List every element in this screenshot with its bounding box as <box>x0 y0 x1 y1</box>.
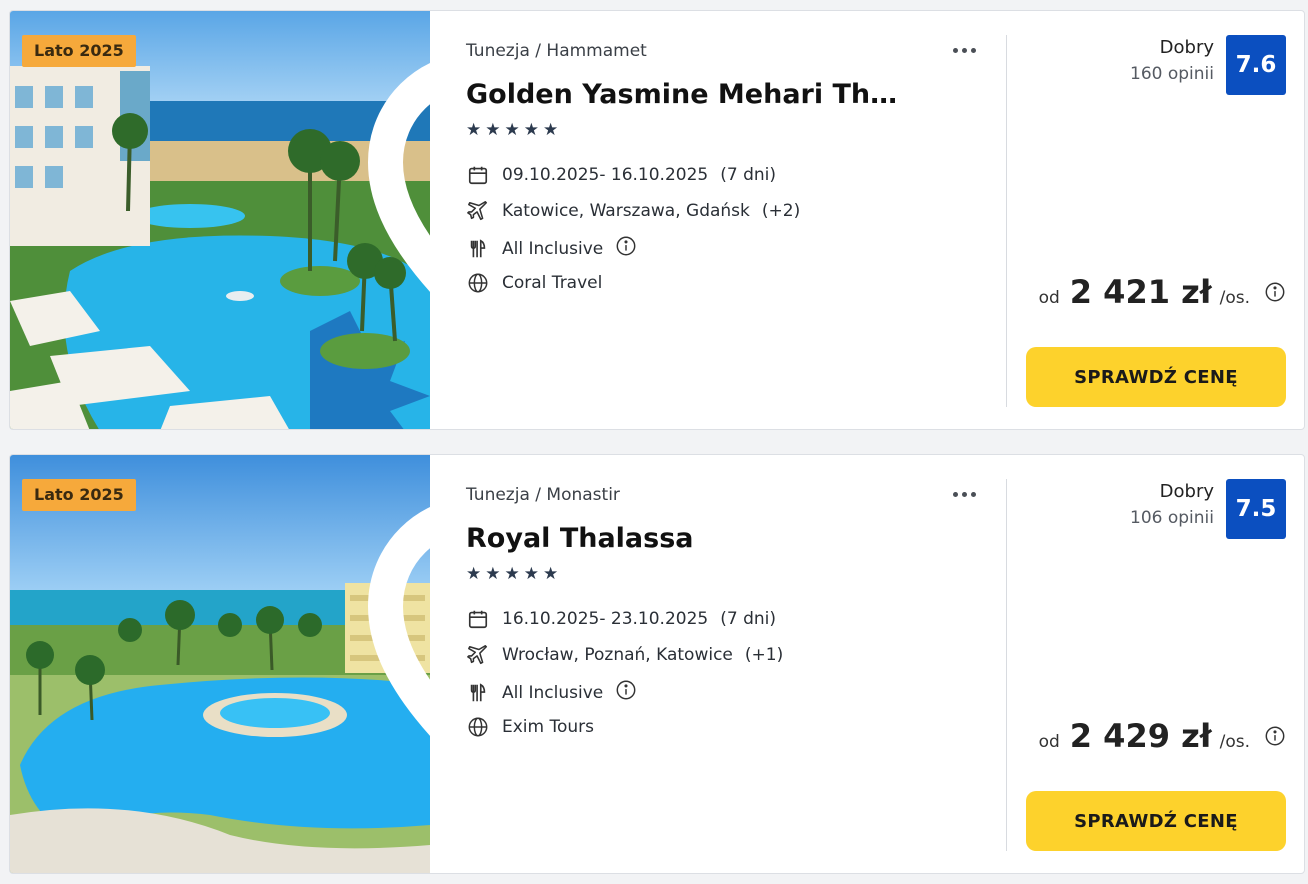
price-prefix: od <box>1038 732 1060 752</box>
price-block: od 2 421 zł /os. <box>1039 273 1286 311</box>
departure-more[interactable]: (+2) <box>762 201 800 221</box>
star-icon: ★ <box>543 564 559 584</box>
rating-score: 7.5 <box>1226 479 1286 539</box>
star-icon: ★ <box>485 120 501 140</box>
hotel-name[interactable]: Golden Yasmine Mehari Thalassa <box>466 79 906 110</box>
offer-card[interactable]: Lato 2025 Tunezja / Monastir Royal Thala… <box>9 454 1305 874</box>
rating-block[interactable]: Dobry 106 opinii 7.5 <box>1130 479 1286 539</box>
star-icon: ★ <box>523 120 539 140</box>
rating-count[interactable]: 106 opinii <box>1130 505 1214 531</box>
check-price-button[interactable]: SPRAWDŹ CENĘ <box>1026 791 1286 851</box>
trip-dates: 16.10.2025- 23.10.2025 (7 dni) <box>466 607 776 631</box>
plane-icon <box>466 643 490 667</box>
price-suffix: /os. <box>1219 732 1250 752</box>
departure-more[interactable]: (+1) <box>745 645 783 665</box>
departure-cities-value: Wrocław, Poznań, Katowice <box>502 645 733 665</box>
trip-duration: (7 dni) <box>720 165 776 185</box>
rating-word: Dobry <box>1159 37 1214 58</box>
trip-dates-value: 09.10.2025- 16.10.2025 <box>502 165 709 185</box>
check-price-button[interactable]: SPRAWDŹ CENĘ <box>1026 347 1286 407</box>
utensils-icon <box>466 237 490 261</box>
utensils-icon <box>466 681 490 705</box>
departure-cities: Wrocław, Poznań, Katowice (+1) <box>466 643 783 667</box>
departure-cities: Katowice, Warszawa, Gdańsk (+2) <box>466 199 800 223</box>
tour-operator: Coral Travel <box>466 271 602 295</box>
season-badge: Lato 2025 <box>22 479 136 511</box>
rating-block[interactable]: Dobry 160 opinii 7.6 <box>1130 35 1286 95</box>
hotel-stars: ★ ★ ★ ★ ★ <box>466 121 558 139</box>
tour-operator-value: Exim Tours <box>502 717 595 737</box>
tour-operator-value: Coral Travel <box>502 273 603 293</box>
calendar-icon <box>466 607 490 631</box>
hotel-name[interactable]: Royal Thalassa <box>466 523 906 554</box>
board-type: All Inclusive <box>466 235 637 262</box>
trip-dates-value: 16.10.2025- 23.10.2025 <box>502 609 709 629</box>
divider <box>1006 479 1007 851</box>
more-horizontal-icon[interactable] <box>946 37 982 63</box>
trip-duration: (7 dni) <box>720 609 776 629</box>
star-icon: ★ <box>523 564 539 584</box>
hotel-photo[interactable]: Lato 2025 <box>10 11 430 429</box>
info-circle-icon[interactable] <box>615 679 637 706</box>
tour-operator: Exim Tours <box>466 715 594 739</box>
hotel-photo[interactable]: Lato 2025 <box>10 455 430 873</box>
price-amount: 2 421 zł <box>1069 273 1212 311</box>
hotel-photo-image <box>10 455 430 873</box>
heart-outline-icon[interactable] <box>368 475 430 736</box>
trip-dates: 09.10.2025- 16.10.2025 (7 dni) <box>466 163 776 187</box>
hotel-location: Tunezja / Hammamet <box>466 41 647 61</box>
board-type-value: All Inclusive <box>502 682 604 703</box>
offer-card[interactable]: Lato 2025 Tunezja / Hammamet Golden Yasm… <box>9 10 1305 430</box>
season-badge: Lato 2025 <box>22 35 136 67</box>
more-horizontal-icon[interactable] <box>946 481 982 507</box>
offer-info: Tunezja / Hammamet Golden Yasmine Mehari… <box>466 11 1006 429</box>
globe-icon <box>466 715 490 739</box>
divider <box>1006 35 1007 407</box>
calendar-icon <box>466 163 490 187</box>
plane-icon <box>466 199 490 223</box>
price-block: od 2 429 zł /os. <box>1039 717 1286 755</box>
info-circle-icon[interactable] <box>1264 725 1286 747</box>
globe-icon <box>466 271 490 295</box>
star-icon: ★ <box>485 564 501 584</box>
rating-word: Dobry <box>1159 481 1214 502</box>
hotel-location: Tunezja / Monastir <box>466 485 620 505</box>
departure-cities-value: Katowice, Warszawa, Gdańsk <box>502 201 750 221</box>
hotel-photo-image <box>10 11 430 429</box>
star-icon: ★ <box>504 120 520 140</box>
rating-score: 7.6 <box>1226 35 1286 95</box>
info-circle-icon[interactable] <box>615 235 637 262</box>
star-icon: ★ <box>504 564 520 584</box>
price-suffix: /os. <box>1219 288 1250 308</box>
heart-outline-icon[interactable] <box>368 31 430 292</box>
price-amount: 2 429 zł <box>1069 717 1212 755</box>
board-type: All Inclusive <box>466 679 637 706</box>
price-prefix: od <box>1038 288 1060 308</box>
star-icon: ★ <box>466 120 482 140</box>
board-type-value: All Inclusive <box>502 238 604 259</box>
rating-count[interactable]: 160 opinii <box>1130 61 1214 87</box>
star-icon: ★ <box>543 120 559 140</box>
star-icon: ★ <box>466 564 482 584</box>
info-circle-icon[interactable] <box>1264 281 1286 303</box>
offer-info: Tunezja / Monastir Royal Thalassa ★ ★ ★ ★ ★ … <box>466 455 1006 873</box>
hotel-stars: ★ ★ ★ ★ ★ <box>466 565 558 583</box>
